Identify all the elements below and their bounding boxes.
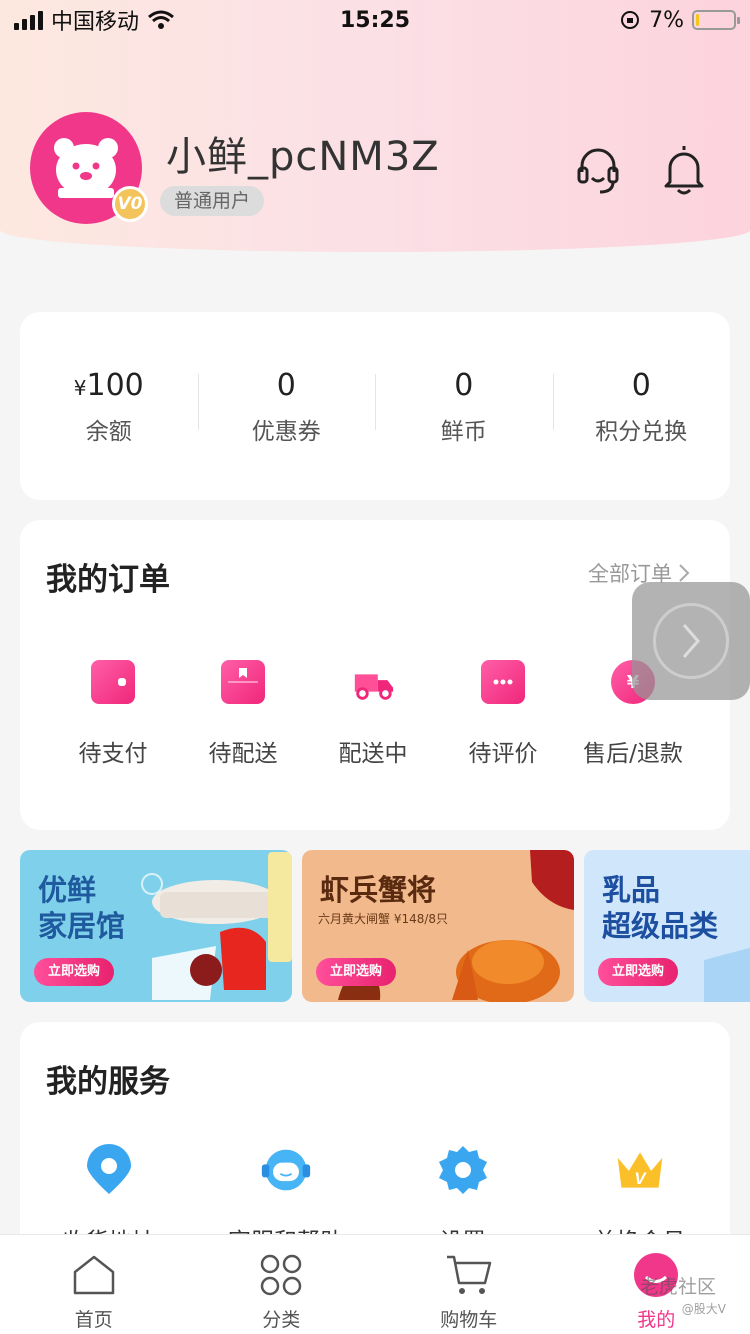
banner-title-line: 家居馆	[38, 909, 126, 943]
stat-balance[interactable]: ¥100 余额	[20, 366, 198, 446]
services-title: 我的服务	[46, 1064, 170, 1100]
support-icon	[260, 1144, 312, 1196]
order-in-delivery[interactable]: 配送中	[308, 660, 438, 768]
promo-banner-crab[interactable]: 虾兵蟹将 六月黄大闸蟹 ¥148/8只 立即选购	[302, 850, 574, 1002]
banner-title-line: 虾兵蟹将	[320, 873, 437, 907]
watermark-text: 老虎社区	[640, 1276, 717, 1298]
stat-label: 优惠券	[251, 419, 321, 445]
location-icon	[83, 1144, 135, 1196]
banner-buy-button[interactable]: 立即选购	[598, 958, 679, 986]
category-icon	[257, 1251, 305, 1299]
user-level-badge: 普通用户	[160, 186, 265, 216]
tab-home[interactable]: 首页	[0, 1235, 188, 1334]
orders-title: 我的订单	[46, 562, 170, 598]
battery-level	[696, 14, 699, 26]
banner-subtitle: 六月黄大闸蟹 ¥148/8只	[318, 912, 449, 926]
promo-banner-carousel: 优鲜 家居馆 立即选购 虾兵蟹将 六月黄大闸蟹 ¥148/8只 立即选购 乳品 …	[20, 850, 750, 1002]
order-pending-review[interactable]: 待评价	[438, 660, 568, 768]
order-pending-delivery[interactable]: 待配送	[178, 660, 308, 768]
order-label: 待配送	[208, 741, 278, 767]
bottom-tab-bar: 首页 分类 购物车 我的	[0, 1234, 750, 1334]
headset-icon[interactable]	[574, 142, 622, 198]
watermark-sub: @股大V	[681, 1302, 727, 1316]
bell-icon[interactable]	[660, 142, 708, 198]
watermark: 老虎社区 @股大V	[640, 1276, 726, 1320]
status-time: 15:25	[339, 7, 411, 33]
stat-value: 0	[631, 368, 651, 403]
order-pending-payment[interactable]: 待支付	[48, 660, 178, 768]
banner-title-line: 优鲜	[38, 873, 97, 907]
vip-badge: V0	[112, 186, 148, 222]
order-label: 待支付	[78, 741, 148, 767]
banner-buy-button[interactable]: 立即选购	[316, 958, 397, 986]
banner-title-line: 乳品	[602, 873, 661, 907]
order-label: 待评价	[468, 741, 538, 767]
promo-banner-dairy[interactable]: 乳品 超级品类 立即选购	[584, 850, 750, 1002]
wallet-stats-card: ¥100 余额 0 优惠券 0 鲜币 0 积分兑换	[20, 312, 730, 500]
stat-coupons[interactable]: 0 优惠券	[197, 366, 376, 446]
battery-icon	[692, 10, 740, 30]
cart-icon	[445, 1251, 493, 1299]
promo-banner-home[interactable]: 优鲜 家居馆 立即选购	[20, 850, 292, 1002]
stat-points[interactable]: 0 积分兑换	[552, 366, 731, 446]
home-icon	[70, 1251, 118, 1299]
username[interactable]: 小鲜_pcNM3Z	[166, 124, 440, 182]
settings-gear-icon	[437, 1144, 489, 1196]
tab-category[interactable]: 分类	[188, 1235, 376, 1334]
stat-value: 100	[86, 368, 144, 403]
banner-buy-button[interactable]: 立即选购	[34, 958, 115, 986]
stat-value: 0	[276, 368, 296, 403]
banner-title: 优鲜 家居馆	[38, 872, 125, 944]
status-bar: 中国移动 15:25 7%	[0, 0, 750, 40]
svg-text:V: V	[634, 1169, 647, 1188]
banner-title: 乳品 超级品类	[602, 872, 718, 944]
stat-value: 0	[454, 368, 474, 403]
tab-label: 首页	[74, 1309, 113, 1331]
order-label: 售后/退款	[583, 741, 683, 767]
comment-icon	[481, 660, 525, 704]
tab-cart[interactable]: 购物车	[375, 1235, 563, 1334]
stat-currency: ¥	[73, 376, 87, 400]
stat-label: 余额	[85, 419, 132, 445]
chevron-right-icon	[682, 624, 700, 658]
order-label: 配送中	[338, 741, 408, 767]
tab-label: 购物车	[440, 1309, 498, 1331]
stat-coins[interactable]: 0 鲜币	[375, 366, 553, 446]
package-icon	[221, 660, 265, 704]
stat-label: 积分兑换	[595, 419, 688, 445]
banner-title: 虾兵蟹将	[320, 872, 436, 908]
crown-icon: V	[614, 1144, 666, 1196]
stat-label: 鲜币	[440, 419, 487, 445]
floating-next-button[interactable]	[632, 582, 750, 700]
tab-label: 分类	[262, 1309, 301, 1331]
order-status-row: 待支付 待配送 配送中 待评价 ¥ 售后/退款	[20, 660, 730, 768]
orders-card: 我的订单 全部订单 待支付 待配送 配送中 待评价 售后/退款	[20, 520, 730, 830]
floating-button-ring	[653, 603, 729, 679]
chevron-right-icon	[679, 564, 690, 582]
truck-icon	[351, 660, 395, 704]
banner-title-line: 超级品类	[602, 909, 719, 943]
wallet-icon	[91, 660, 135, 704]
